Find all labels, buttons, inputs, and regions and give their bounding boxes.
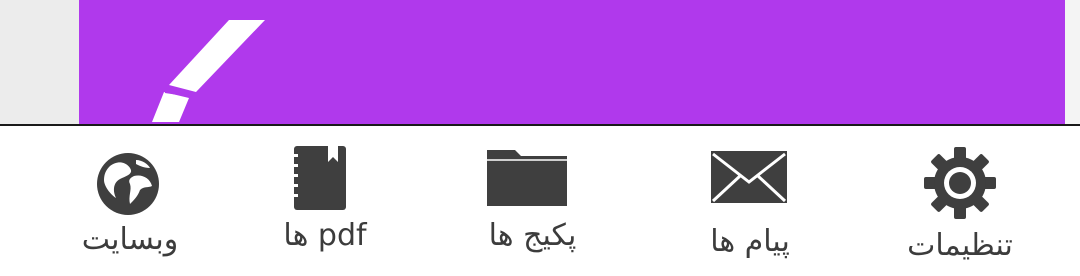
nav-item-packages[interactable]: پکیج ها bbox=[455, 126, 610, 276]
folder-icon bbox=[487, 150, 567, 206]
nav-label-pdf: pdf ها bbox=[283, 218, 367, 253]
scrollbar-track bbox=[1065, 0, 1080, 125]
nav-item-pdf[interactable]: pdf ها bbox=[250, 126, 400, 276]
nav-item-website[interactable]: وبسایت bbox=[40, 126, 220, 276]
bottom-navigation: وبسایت pdf ها پکیج ها پیام ها تنظیمات bbox=[0, 124, 1080, 276]
nav-label-packages: پکیج ها bbox=[488, 218, 577, 253]
pen-icon bbox=[152, 20, 265, 122]
nav-item-settings[interactable]: تنظیمات bbox=[885, 126, 1035, 276]
nav-label-messages: پیام ها bbox=[710, 224, 790, 259]
nav-label-settings: تنظیمات bbox=[907, 228, 1013, 263]
notebook-icon bbox=[290, 146, 346, 210]
nav-item-messages[interactable]: پیام ها bbox=[680, 126, 820, 276]
nav-label-website: وبسایت bbox=[81, 222, 179, 257]
globe-icon bbox=[97, 153, 159, 215]
envelope-icon bbox=[711, 151, 787, 203]
banner bbox=[79, 0, 1065, 125]
gear-icon bbox=[924, 147, 996, 219]
